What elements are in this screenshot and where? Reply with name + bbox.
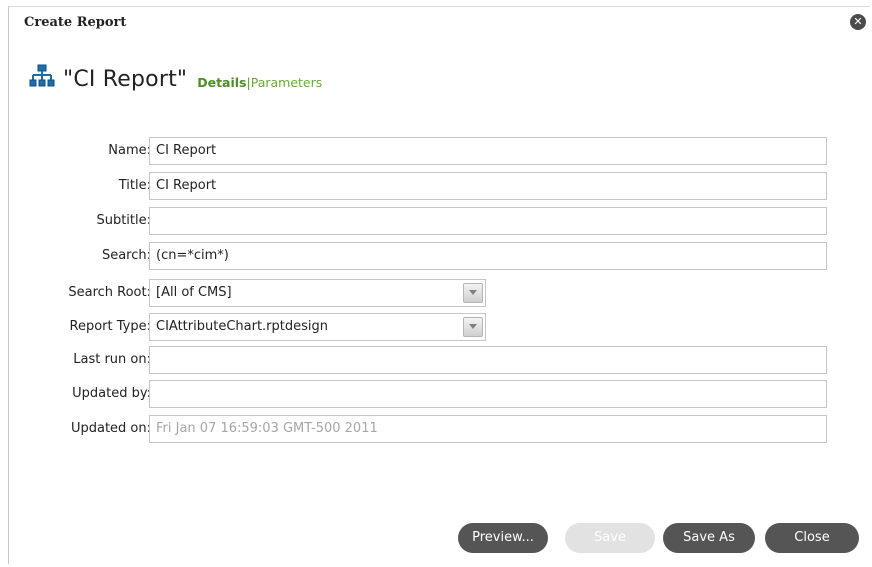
create-report-dialog: Create Report ✕ "CI Report" Details|Para… [8,6,870,564]
hierarchy-icon [29,64,55,87]
preview-button[interactable]: Preview... [458,523,548,553]
report-type-value: CIAttributeChart.rptdesign [156,319,328,334]
chevron-down-icon[interactable] [463,283,483,303]
form-row-name: Name: CI Report [9,137,871,165]
last-run-on-field [149,346,827,374]
subtitle-label: Subtitle: [96,213,151,228]
name-field[interactable]: CI Report [149,137,827,165]
form-row-last-run-on: Last run on: [9,346,871,374]
last-run-on-label: Last run on: [73,352,151,367]
subtitle-field[interactable] [149,207,827,235]
tab-details[interactable]: Details [197,75,246,90]
close-icon[interactable]: ✕ [850,14,866,30]
updated-by-field [149,380,827,408]
form-row-search-root: Search Root: [All of CMS] [9,279,871,307]
chevron-down-icon[interactable] [463,317,483,337]
form-row-title: Title: CI Report [9,172,871,200]
title-field[interactable]: CI Report [149,172,827,200]
form-row-search: Search: (cn=*cim*) [9,242,871,270]
updated-on-field: Fri Jan 07 16:59:03 GMT-500 2011 [149,415,827,443]
updated-by-label: Updated by: [72,386,151,401]
search-field[interactable]: (cn=*cim*) [149,242,827,270]
form-row-report-type: Report Type: CIAttributeChart.rptdesign [9,313,871,341]
dialog-title: Create Report [24,15,127,30]
name-label: Name: [108,143,151,158]
report-type-select[interactable]: CIAttributeChart.rptdesign [149,313,486,341]
dialog-titlebar: Create Report ✕ [9,7,871,37]
report-header: "CI Report" Details|Parameters [29,59,322,93]
search-label: Search: [101,248,151,263]
tab-bar: Details|Parameters [197,75,322,90]
search-root-value: [All of CMS] [156,285,232,300]
search-root-label: Search Root: [68,285,151,300]
form-row-updated-on: Updated on: Fri Jan 07 16:59:03 GMT-500 … [9,415,871,443]
updated-on-label: Updated on: [70,421,151,436]
form-row-updated-by: Updated by: [9,380,871,408]
save-as-button[interactable]: Save As [663,523,755,553]
tab-parameters[interactable]: Parameters [251,75,323,90]
close-button[interactable]: Close [765,523,859,553]
title-label: Title: [118,178,151,193]
save-button: Save [565,523,655,553]
form-row-subtitle: Subtitle: [9,207,871,235]
search-root-select[interactable]: [All of CMS] [149,279,486,307]
report-title: "CI Report" [63,67,188,92]
report-type-label: Report Type: [69,319,151,334]
